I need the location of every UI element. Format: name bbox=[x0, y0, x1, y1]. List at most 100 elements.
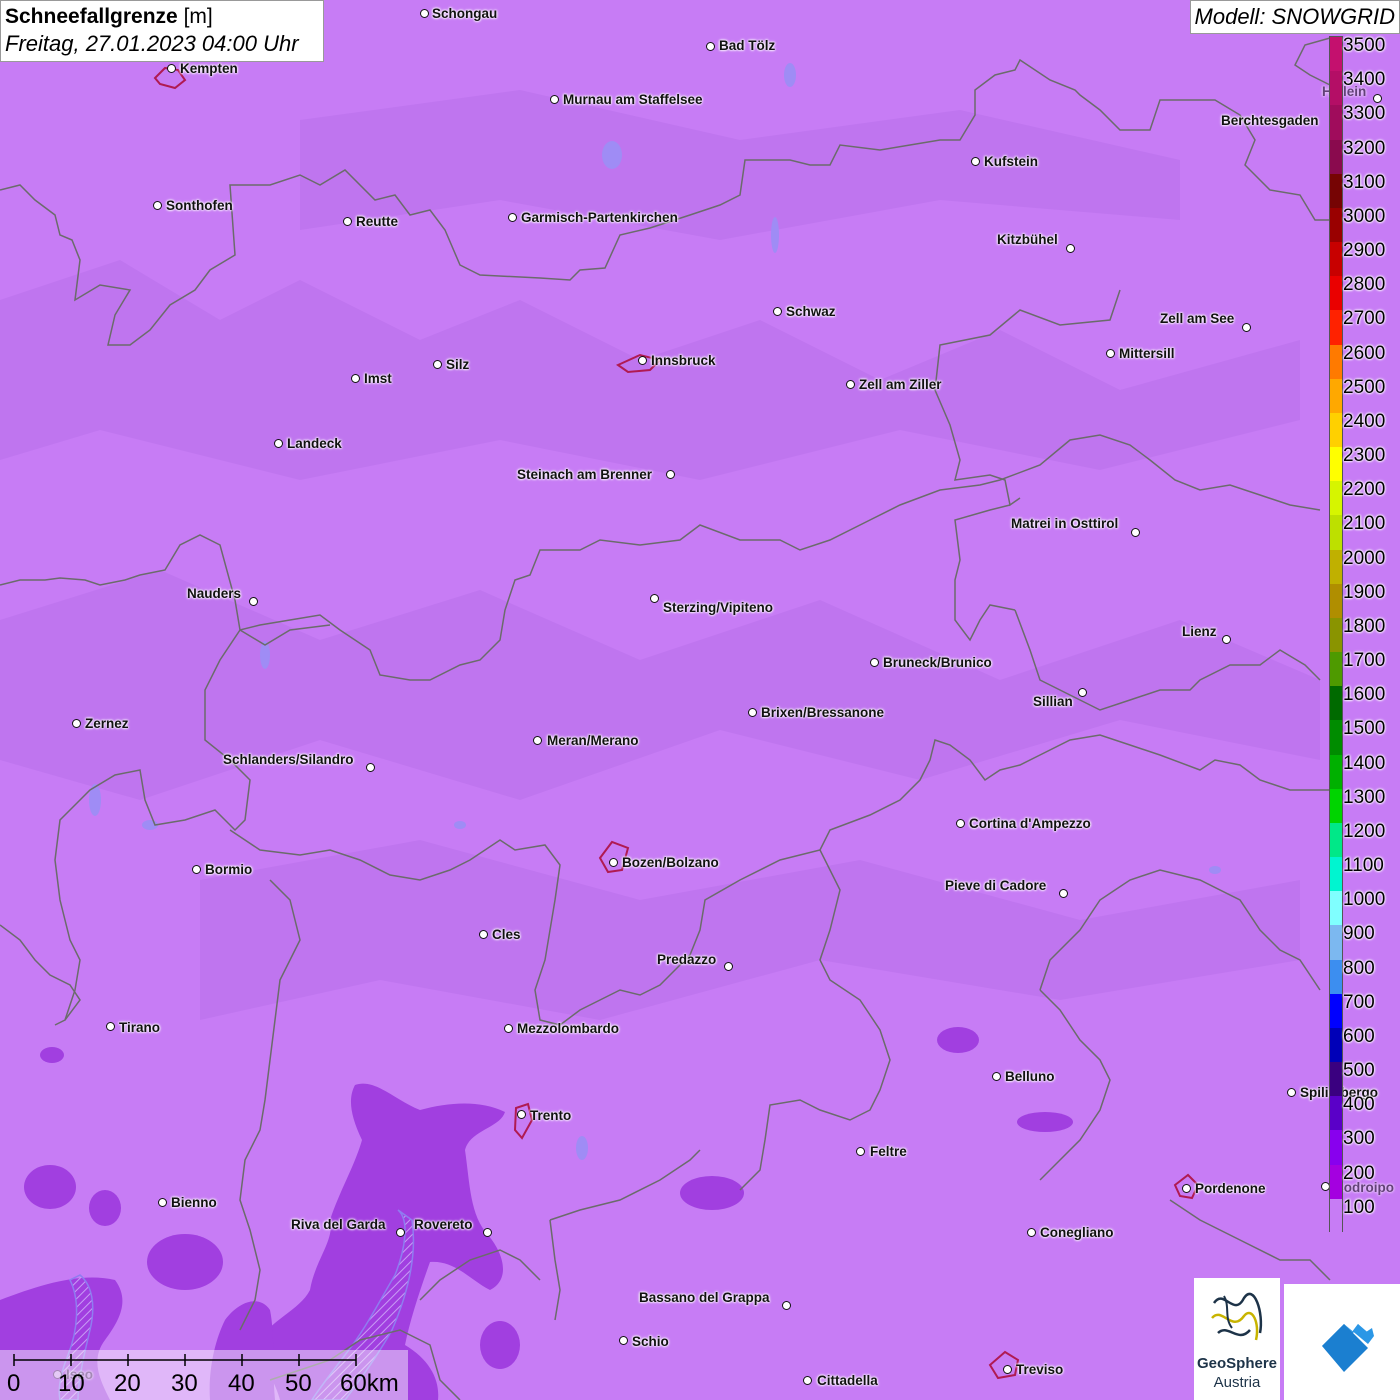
legend-swatch bbox=[1330, 822, 1342, 858]
city-marker[interactable] bbox=[1222, 635, 1231, 644]
snow-app-logo[interactable] bbox=[1284, 1284, 1400, 1400]
city-marker[interactable] bbox=[433, 360, 442, 369]
city-marker[interactable] bbox=[1373, 94, 1382, 103]
city-marker[interactable] bbox=[971, 157, 980, 166]
city-label: Conegliano bbox=[1040, 1225, 1114, 1240]
legend-swatch bbox=[1330, 276, 1342, 311]
legend-label: 2300 bbox=[1343, 445, 1386, 467]
city-label: Tirano bbox=[119, 1020, 161, 1035]
legend-label: 800 bbox=[1343, 957, 1375, 979]
legend-swatch bbox=[1330, 481, 1342, 516]
city-marker[interactable] bbox=[351, 374, 360, 383]
city-label: Mittersill bbox=[1119, 346, 1175, 361]
city-label: Riva del Garda bbox=[291, 1217, 386, 1232]
city-label: Innsbruck bbox=[651, 353, 716, 368]
city-marker[interactable] bbox=[274, 439, 283, 448]
legend-swatch bbox=[1330, 993, 1342, 1029]
city-label: Landeck bbox=[287, 436, 342, 451]
city-marker[interactable] bbox=[479, 930, 488, 939]
city-marker[interactable] bbox=[1182, 1184, 1191, 1193]
map-title: Schneefallgrenze [m] bbox=[5, 4, 319, 30]
city-label: Brixen/Bressanone bbox=[761, 705, 885, 720]
city-label: Sillian bbox=[1033, 694, 1073, 709]
city-marker[interactable] bbox=[724, 962, 733, 971]
city-marker[interactable] bbox=[650, 594, 659, 603]
city-marker[interactable] bbox=[856, 1147, 865, 1156]
city-marker[interactable] bbox=[638, 356, 647, 365]
city-marker[interactable] bbox=[249, 597, 258, 606]
city-marker[interactable] bbox=[106, 1022, 115, 1031]
legend-swatch bbox=[1330, 515, 1342, 551]
city-marker[interactable] bbox=[1003, 1365, 1012, 1374]
city-label: Matrei in Osttirol bbox=[1011, 516, 1119, 531]
city-marker[interactable] bbox=[72, 719, 81, 728]
legend-swatch bbox=[1330, 242, 1342, 277]
city-marker[interactable] bbox=[167, 64, 176, 73]
city-marker[interactable] bbox=[420, 9, 429, 18]
scale-tick-label: 20 bbox=[114, 1370, 141, 1397]
legend-label: 3300 bbox=[1343, 103, 1386, 125]
city-marker[interactable] bbox=[192, 865, 201, 874]
city-label: Zell am See bbox=[1160, 311, 1235, 326]
city-marker[interactable] bbox=[782, 1301, 791, 1310]
city-marker[interactable] bbox=[483, 1228, 492, 1237]
city-marker[interactable] bbox=[706, 42, 715, 51]
scale-tick-label: 50 bbox=[285, 1370, 312, 1397]
city-marker[interactable] bbox=[1066, 244, 1075, 253]
map-canvas[interactable]: Schneefallgrenze [m] Freitag, 27.01.2023… bbox=[0, 0, 1400, 1400]
city-label: Feltre bbox=[870, 1144, 907, 1159]
city-marker[interactable] bbox=[748, 708, 757, 717]
city-marker[interactable] bbox=[1287, 1088, 1296, 1097]
geosphere-logo[interactable]: GeoSphere Austria bbox=[1194, 1278, 1280, 1400]
city-marker[interactable] bbox=[550, 95, 559, 104]
legend-swatch bbox=[1330, 1096, 1342, 1131]
city-marker[interactable] bbox=[619, 1336, 628, 1345]
legend-swatch bbox=[1330, 447, 1342, 482]
geosphere-logo-line2: Austria bbox=[1213, 1374, 1261, 1391]
city-marker[interactable] bbox=[1242, 323, 1251, 332]
legend-swatch bbox=[1330, 857, 1342, 892]
city-label: Rovereto bbox=[414, 1217, 473, 1232]
city-marker[interactable] bbox=[1059, 889, 1068, 898]
legend-label: 300 bbox=[1343, 1128, 1375, 1150]
city-marker[interactable] bbox=[153, 201, 162, 210]
city-marker[interactable] bbox=[1106, 349, 1115, 358]
legend-label: 900 bbox=[1343, 923, 1375, 945]
legend-label: 3100 bbox=[1343, 171, 1386, 193]
city-marker[interactable] bbox=[846, 380, 855, 389]
color-legend bbox=[1329, 36, 1343, 1234]
legend-swatch bbox=[1330, 1130, 1342, 1166]
city-label: Nauders bbox=[187, 586, 242, 601]
city-label: Kempten bbox=[180, 61, 238, 76]
legend-swatch bbox=[1330, 105, 1342, 140]
legend-swatch bbox=[1330, 378, 1342, 414]
city-marker[interactable] bbox=[666, 470, 675, 479]
city-label: Bozen/Bolzano bbox=[622, 855, 719, 870]
city-marker[interactable] bbox=[870, 658, 879, 667]
city-marker[interactable] bbox=[533, 736, 542, 745]
city-marker[interactable] bbox=[517, 1110, 526, 1119]
city-label: Berchtesgaden bbox=[1221, 113, 1319, 128]
city-marker[interactable] bbox=[609, 858, 618, 867]
city-marker[interactable] bbox=[366, 763, 375, 772]
city-marker[interactable] bbox=[158, 1198, 167, 1207]
legend-label: 1200 bbox=[1343, 820, 1386, 842]
city-marker[interactable] bbox=[508, 213, 517, 222]
legend-label: 1500 bbox=[1343, 718, 1386, 740]
city-marker[interactable] bbox=[1131, 528, 1140, 537]
city-marker[interactable] bbox=[773, 307, 782, 316]
city-label: Schio bbox=[632, 1334, 669, 1349]
city-marker[interactable] bbox=[343, 217, 352, 226]
map-title-unit: [m] bbox=[183, 5, 213, 28]
city-marker[interactable] bbox=[956, 819, 965, 828]
legend-label: 200 bbox=[1343, 1162, 1375, 1184]
city-label: Silz bbox=[446, 357, 470, 372]
city-marker[interactable] bbox=[396, 1228, 405, 1237]
city-marker[interactable] bbox=[803, 1376, 812, 1385]
city-marker[interactable] bbox=[504, 1024, 513, 1033]
legend-swatch bbox=[1330, 310, 1342, 346]
city-marker[interactable] bbox=[992, 1072, 1001, 1081]
geosphere-logo-line1: GeoSphere bbox=[1196, 1355, 1278, 1372]
city-marker[interactable] bbox=[1027, 1228, 1036, 1237]
city-marker[interactable] bbox=[1078, 688, 1087, 697]
